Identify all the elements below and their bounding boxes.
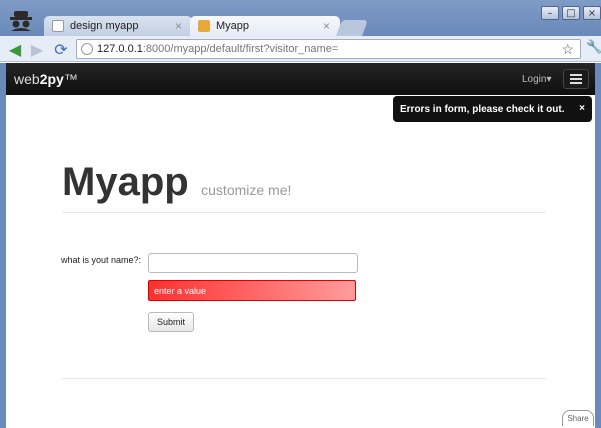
error-message: enter a value bbox=[148, 280, 356, 301]
visitor-name-input[interactable] bbox=[148, 253, 358, 273]
app-title: Myapp bbox=[62, 160, 189, 204]
name-label: what is yout name?: bbox=[61, 255, 142, 265]
incognito-icon bbox=[10, 11, 32, 31]
page-viewport: web2py™ Login▾ Errors in form, please ch… bbox=[0, 63, 601, 428]
browser-tabstrip: design myapp × Myapp × – □ × bbox=[0, 0, 601, 36]
close-window-button[interactable]: × bbox=[583, 6, 601, 20]
new-tab-button[interactable] bbox=[336, 20, 368, 36]
web2py-favicon-icon bbox=[198, 20, 210, 32]
globe-icon bbox=[81, 43, 93, 55]
page-title: Myapp customize me! bbox=[62, 160, 291, 205]
forward-icon[interactable]: ▶ bbox=[28, 40, 46, 59]
login-dropdown[interactable]: Login▾ bbox=[522, 74, 552, 85]
bookmark-star-icon[interactable]: ☆ bbox=[561, 41, 574, 58]
window-controls: – □ × bbox=[541, 6, 601, 20]
submit-button[interactable]: Submit bbox=[148, 312, 194, 332]
reload-icon[interactable]: ⟳ bbox=[52, 40, 70, 59]
url-host: 127.0.0.1 bbox=[97, 43, 143, 55]
wrench-menu-icon[interactable]: 🔧 bbox=[586, 40, 601, 55]
flash-text: Errors in form, please check it out. bbox=[400, 103, 565, 115]
tab-design-myapp[interactable]: design myapp × bbox=[44, 16, 192, 36]
flash-close-icon[interactable]: × bbox=[579, 103, 585, 114]
address-bar[interactable]: 127.0.0.1 :8000/myapp/default/first?visi… bbox=[76, 39, 581, 59]
tab-myapp[interactable]: Myapp × bbox=[190, 16, 340, 36]
footer-divider bbox=[62, 378, 546, 379]
divider bbox=[62, 212, 546, 213]
tab-title: design myapp bbox=[70, 20, 139, 32]
tab-title: Myapp bbox=[216, 20, 250, 32]
hamburger-icon-line bbox=[570, 82, 582, 84]
tab-close-icon[interactable]: × bbox=[323, 19, 330, 33]
brand-suffix: ™ bbox=[63, 71, 78, 87]
flash-message: Errors in form, please check it out. × bbox=[393, 96, 592, 122]
app-subtitle: customize me! bbox=[201, 182, 292, 198]
brand-prefix: web bbox=[14, 71, 40, 87]
browser-toolbar: ◀ ▶ ⟳ 127.0.0.1 :8000/myapp/default/firs… bbox=[0, 36, 601, 62]
tab-close-icon[interactable]: × bbox=[175, 19, 182, 33]
url-path: :8000/myapp/default/first?visitor_name= bbox=[142, 43, 339, 55]
hamburger-icon bbox=[570, 74, 582, 76]
share-button[interactable]: Share bbox=[562, 410, 594, 426]
document-icon bbox=[52, 20, 64, 32]
hamburger-icon-line bbox=[570, 78, 582, 80]
brand-logo[interactable]: web2py™ bbox=[14, 71, 78, 87]
top-navbar: web2py™ Login▾ bbox=[6, 63, 595, 95]
navbar-toggle-button[interactable] bbox=[563, 69, 589, 89]
back-icon[interactable]: ◀ bbox=[6, 40, 24, 59]
minimize-button[interactable]: – bbox=[541, 6, 559, 20]
brand-bold: 2py bbox=[39, 71, 64, 87]
maximize-button[interactable]: □ bbox=[562, 6, 580, 20]
